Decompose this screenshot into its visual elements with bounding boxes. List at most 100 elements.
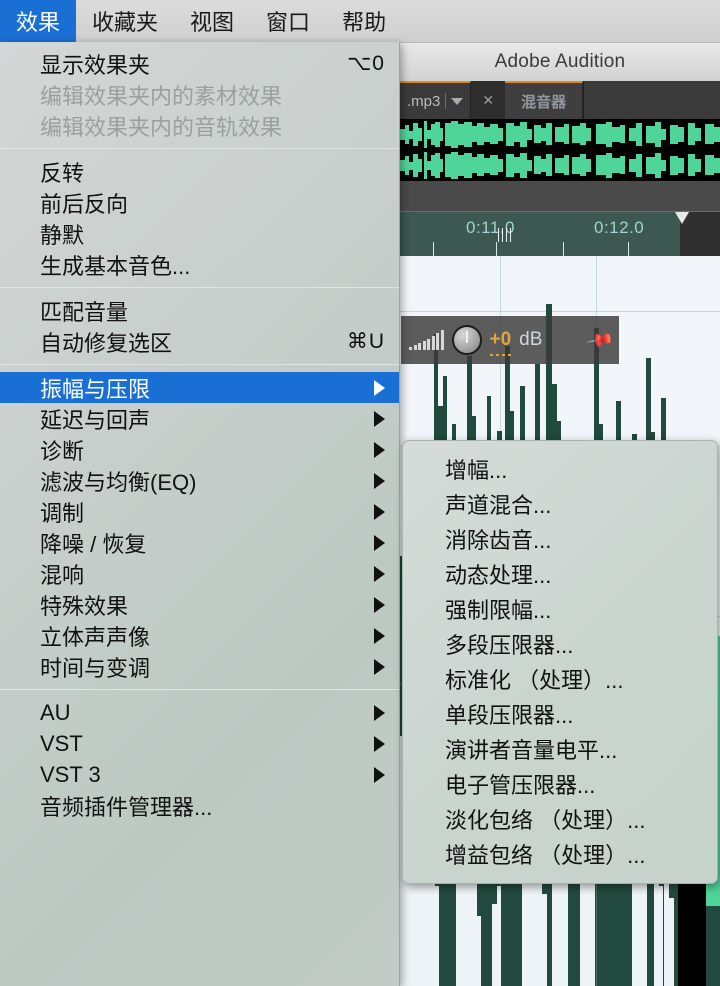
menubar-item-view[interactable]: 视图 — [174, 0, 250, 42]
effects-menu-dropdown[interactable]: 显示效果夹 ⌥0 编辑效果夹内的素材效果 编辑效果夹内的音轨效果 反转前后反向静默生成基… — [0, 42, 400, 986]
menu-item[interactable]: 静默 — [0, 218, 399, 249]
menu-item[interactable]: 匹配音量 — [0, 295, 399, 326]
menu-item-label: 时间与变调 — [40, 655, 151, 681]
menu-item[interactable]: 自动修复选区 ⌘U — [0, 326, 399, 357]
menu-item-label: 滤波与均衡(EQ) — [40, 469, 197, 495]
submenu-item[interactable]: 消除齿音... — [403, 521, 717, 556]
menu-item-label: 降噪 / 恢复 — [40, 531, 147, 557]
menu-item[interactable]: 显示效果夹 ⌥0 — [0, 48, 399, 79]
menubar-item-window[interactable]: 窗口 — [250, 0, 326, 42]
menu-item-label: 前后反向 — [40, 191, 129, 217]
tab-close-button[interactable]: ✕ — [471, 81, 506, 119]
menu-item-label: 编辑效果夹内的素材效果 — [40, 83, 283, 109]
menu-item-label: 自动修复选区 — [40, 330, 173, 356]
submenu-item[interactable]: 增幅... — [403, 451, 717, 486]
close-icon[interactable]: ✕ — [478, 92, 498, 109]
tab-divider — [445, 93, 447, 109]
tab-audio-file-label: .mp3 — [407, 92, 441, 110]
menubar-item-favorites-label: 收藏夹 — [92, 10, 159, 35]
submenu-item[interactable]: 单段压限器... — [403, 696, 717, 731]
chevron-right-icon — [374, 658, 385, 675]
ruler-tick — [496, 242, 497, 256]
submenu-item[interactable]: 增益包络 （处理）... — [403, 836, 717, 871]
submenu-item-label: 标准化 （处理）... — [445, 667, 624, 693]
menu-item-label: 反转 — [40, 160, 85, 186]
submenu-item[interactable]: 演讲者音量电平... — [403, 731, 717, 766]
submenu-item-label: 单段压限器... — [445, 702, 574, 728]
menu-item[interactable]: 时间与变调 — [0, 651, 399, 682]
tab-audio-file[interactable]: .mp3 — [400, 81, 472, 119]
menu-separator — [0, 148, 399, 149]
playhead-icon[interactable] — [675, 212, 689, 224]
submenu-item[interactable]: 强制限幅... — [403, 591, 717, 626]
submenu-item[interactable]: 电子管压限器... — [403, 766, 717, 801]
menu-item[interactable]: VST — [0, 728, 399, 759]
menu-item[interactable]: 生成基本音色... — [0, 249, 399, 280]
panel-tab-bar[interactable]: .mp3 ✕ 混音器 — [400, 81, 720, 119]
menu-item-label: AU — [40, 699, 71, 725]
amplitude-compression-submenu[interactable]: 增幅... 声道混合... 消除齿音... 动态处理... 强制限幅... 多段压限器..… — [402, 440, 718, 884]
menubar-item-effects[interactable]: 效果 — [0, 0, 77, 42]
pushpin-icon[interactable]: 📌 — [585, 325, 615, 355]
menu-item[interactable]: 诊断 — [0, 434, 399, 465]
submenu-item[interactable]: 声道混合... — [403, 486, 717, 521]
submenu-item[interactable]: 多段压限器... — [403, 626, 717, 661]
gain-unit-label: dB — [519, 329, 543, 350]
selection-marker[interactable] — [506, 228, 507, 242]
menubar-item-help-label: 帮助 — [342, 10, 387, 35]
chevron-right-icon — [374, 627, 385, 644]
menu-item-label: 编辑效果夹内的音轨效果 — [40, 114, 283, 140]
selection-marker[interactable] — [498, 228, 499, 242]
submenu-item[interactable]: 标准化 （处理）... — [403, 661, 717, 696]
ruler-label-1: 0:11.0 — [466, 218, 516, 237]
menu-item[interactable]: 混响 — [0, 558, 399, 589]
menu-item[interactable]: 特殊效果 — [0, 589, 399, 620]
menu-item[interactable]: 前后反向 — [0, 187, 399, 218]
chevron-right-icon — [374, 503, 385, 520]
menu-item[interactable]: 滤波与均衡(EQ) — [0, 465, 399, 496]
timeline-ruler[interactable]: 0:11.0 0:12.0 — [400, 212, 720, 256]
chevron-right-icon — [374, 472, 385, 489]
waveform-overview[interactable] — [400, 119, 720, 181]
chevron-down-icon[interactable] — [451, 97, 464, 105]
chevron-right-icon — [374, 534, 385, 551]
menu-item-label: 静默 — [40, 222, 85, 248]
menu-bar[interactable]: 效果 收藏夹 视图 窗口 帮助 — [0, 0, 720, 42]
menu-item-label: 生成基本音色... — [40, 253, 191, 279]
menu-item-label: 显示效果夹 — [40, 52, 151, 78]
menubar-item-help[interactable]: 帮助 — [326, 0, 402, 42]
menu-item[interactable]: 音频插件管理器... — [0, 790, 399, 821]
gain-hud-overlay[interactable]: +0 dB 📌 — [401, 316, 619, 364]
menu-item-label: 延迟与回声 — [40, 407, 151, 433]
menubar-item-view-label: 视图 — [190, 10, 235, 35]
menu-item[interactable]: 调制 — [0, 496, 399, 527]
gain-knob-icon[interactable] — [451, 325, 482, 355]
menu-separator — [0, 689, 399, 690]
submenu-item-label: 动态处理... — [445, 562, 552, 588]
chevron-right-icon — [374, 766, 385, 783]
menubar-item-window-label: 窗口 — [266, 10, 311, 35]
toolbar-strip — [400, 181, 720, 212]
menu-item-label: 特殊效果 — [40, 593, 129, 619]
menu-item[interactable]: 降噪 / 恢复 — [0, 527, 399, 558]
submenu-item-label: 强制限幅... — [445, 597, 552, 623]
menubar-item-favorites[interactable]: 收藏夹 — [76, 0, 174, 42]
menu-item[interactable]: 振幅与压限 — [0, 372, 399, 403]
submenu-item-label: 电子管压限器... — [445, 772, 596, 798]
menu-item[interactable]: 立体声声像 — [0, 620, 399, 651]
menu-item[interactable]: 反转 — [0, 156, 399, 187]
submenu-item-label: 消除齿音... — [445, 527, 552, 553]
submenu-item[interactable]: 动态处理... — [403, 556, 717, 591]
selection-marker[interactable] — [510, 228, 511, 242]
gain-value[interactable]: +0 — [489, 329, 511, 356]
chevron-right-icon — [374, 410, 385, 427]
menu-item-label: 音频插件管理器... — [40, 794, 213, 820]
tab-mixer[interactable]: 混音器 — [505, 81, 584, 119]
level-meter-icon — [409, 330, 444, 350]
menu-item[interactable]: VST 3 — [0, 759, 399, 790]
selection-marker[interactable] — [502, 228, 503, 242]
menu-item[interactable]: AU — [0, 697, 399, 728]
menu-item[interactable]: 延迟与回声 — [0, 403, 399, 434]
submenu-item[interactable]: 淡化包络 （处理）... — [403, 801, 717, 836]
menu-item-shortcut: ⌥0 — [347, 52, 385, 75]
